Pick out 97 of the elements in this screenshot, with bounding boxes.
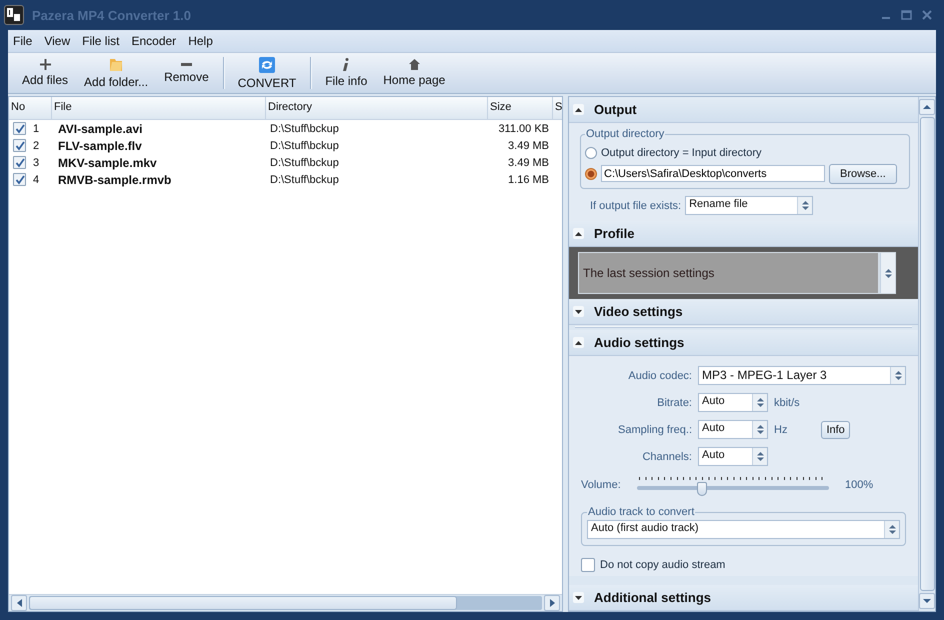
- radio-label: Output directory = Input directory: [601, 146, 762, 158]
- directory-cell: D:\Stuff\bckup: [270, 156, 339, 168]
- home-icon: [408, 59, 420, 70]
- column-header[interactable]: File: [52, 97, 266, 119]
- spinner-arrows-icon: [888, 525, 896, 534]
- directory-cell: D:\Stuff\bckup: [270, 174, 339, 186]
- dropdown[interactable]: Auto: [698, 447, 768, 466]
- row-number: 3: [33, 156, 40, 168]
- file-name: FLV-sample.flv: [57, 138, 142, 152]
- field-label: Bitrate:: [656, 396, 692, 408]
- toolbar-button[interactable]: Home page: [375, 53, 454, 93]
- section-header[interactable]: Video settings: [569, 299, 918, 325]
- row-number: 2: [33, 140, 40, 152]
- scrollbar-thumb[interactable]: [920, 117, 934, 591]
- app-logo-icon: [4, 5, 24, 25]
- row-checkbox[interactable]: [13, 173, 26, 186]
- column-header[interactable]: No: [9, 97, 52, 119]
- collapse-icon: [575, 108, 582, 112]
- radio-button[interactable]: [585, 146, 597, 158]
- spinner-arrows-icon: [756, 398, 764, 407]
- unit-label: kbit/s: [774, 396, 800, 408]
- scrollbar-thumb[interactable]: [29, 596, 457, 610]
- section-header[interactable]: Additional settings: [569, 585, 918, 611]
- volume-slider[interactable]: [637, 477, 829, 493]
- toolbar-button[interactable]: File info: [317, 53, 376, 93]
- field-label: Channels:: [641, 450, 692, 462]
- section-header[interactable]: Output: [569, 97, 918, 123]
- menu-item[interactable]: Help: [183, 34, 220, 48]
- info-icon: [343, 58, 350, 71]
- field-label: Audio codec:: [627, 370, 692, 382]
- vertical-scrollbar[interactable]: [918, 97, 935, 611]
- menu-item[interactable]: View: [39, 34, 78, 48]
- field-label: Sampling freq.:: [617, 424, 692, 436]
- row-checkbox[interactable]: [13, 156, 26, 169]
- size-cell: 3.49 MB: [508, 140, 549, 152]
- spinner-arrows-icon: [802, 201, 809, 210]
- volume-reading: 100%: [845, 479, 874, 491]
- browse-button[interactable]: Browse...: [829, 164, 897, 184]
- unit-label: Hz: [774, 424, 788, 436]
- column-header[interactable]: S: [553, 97, 562, 119]
- minus-icon: [180, 62, 192, 66]
- info-button[interactable]: Info: [821, 420, 850, 438]
- expand-icon: [575, 310, 582, 314]
- plus-icon: [40, 59, 51, 70]
- column-header[interactable]: Directory: [266, 97, 488, 119]
- directory-cell: D:\Stuff\bckup: [270, 122, 339, 134]
- scroll-left-icon[interactable]: [16, 599, 22, 607]
- dropdown[interactable]: Auto: [698, 420, 768, 439]
- spinner-arrows-icon: [756, 452, 764, 461]
- collapse-icon: [575, 340, 582, 344]
- field-label: Volume:: [581, 479, 622, 491]
- dropdown[interactable]: Auto: [698, 393, 768, 412]
- horizontal-scrollbar[interactable]: [9, 594, 562, 611]
- profile-dropdown[interactable]: The last session settings: [578, 252, 896, 294]
- radio-button[interactable]: [585, 168, 597, 180]
- refresh-icon: [258, 56, 275, 72]
- collapse-icon: [575, 232, 582, 236]
- section-header[interactable]: Profile: [569, 221, 918, 247]
- file-name: MKV-sample.mkv: [57, 156, 157, 170]
- size-cell: 311.00 KB: [498, 122, 549, 134]
- track-dropdown[interactable]: Auto (first audio track): [587, 520, 900, 539]
- folder-icon: [109, 57, 124, 72]
- toolbar-button[interactable]: Add folder...: [76, 53, 156, 93]
- toolbar-button[interactable]: Remove: [156, 53, 217, 93]
- maximize-icon[interactable]: [901, 10, 912, 20]
- row-checkbox[interactable]: [13, 139, 26, 152]
- path-field[interactable]: C:\Users\Safira\Desktop\converts: [601, 165, 825, 182]
- size-cell: 1.16 MB: [508, 174, 549, 186]
- expand-icon: [575, 596, 582, 600]
- dropdown[interactable]: Rename file: [685, 196, 814, 215]
- spinner-arrows-icon: [884, 268, 892, 278]
- group-title: Output directory: [585, 128, 666, 140]
- spinner-arrows-icon: [894, 371, 902, 380]
- checkbox-label: Do not copy audio stream: [600, 559, 726, 571]
- checkbox[interactable]: [581, 558, 595, 572]
- column-header[interactable]: Size: [488, 97, 553, 119]
- menu-item[interactable]: File: [8, 34, 40, 48]
- row-number: 1: [33, 122, 40, 134]
- row-checkbox[interactable]: [13, 122, 26, 135]
- row-number: 4: [33, 174, 40, 186]
- scroll-down-icon[interactable]: [923, 599, 931, 603]
- directory-cell: D:\Stuff\bckup: [270, 140, 339, 152]
- scroll-up-icon[interactable]: [923, 105, 931, 109]
- codec-dropdown[interactable]: MP3 - MPEG-1 Layer 3: [698, 366, 906, 385]
- file-name: AVI-sample.avi: [57, 122, 142, 136]
- toolbar-button[interactable]: CONVERT: [230, 53, 304, 93]
- menu-item[interactable]: File list: [77, 34, 126, 48]
- menu-item[interactable]: Encoder: [126, 34, 184, 48]
- close-icon[interactable]: [922, 10, 932, 20]
- toolbar-button[interactable]: Add files: [14, 53, 76, 93]
- section-header[interactable]: Audio settings: [569, 330, 918, 356]
- size-cell: 3.49 MB: [508, 156, 549, 168]
- field-label: If output file exists:: [590, 200, 682, 212]
- file-name: RMVB-sample.rmvb: [57, 172, 172, 186]
- group-title: Audio track to convert: [587, 506, 696, 518]
- spinner-arrows-icon: [756, 425, 764, 434]
- scroll-right-icon[interactable]: [550, 599, 554, 607]
